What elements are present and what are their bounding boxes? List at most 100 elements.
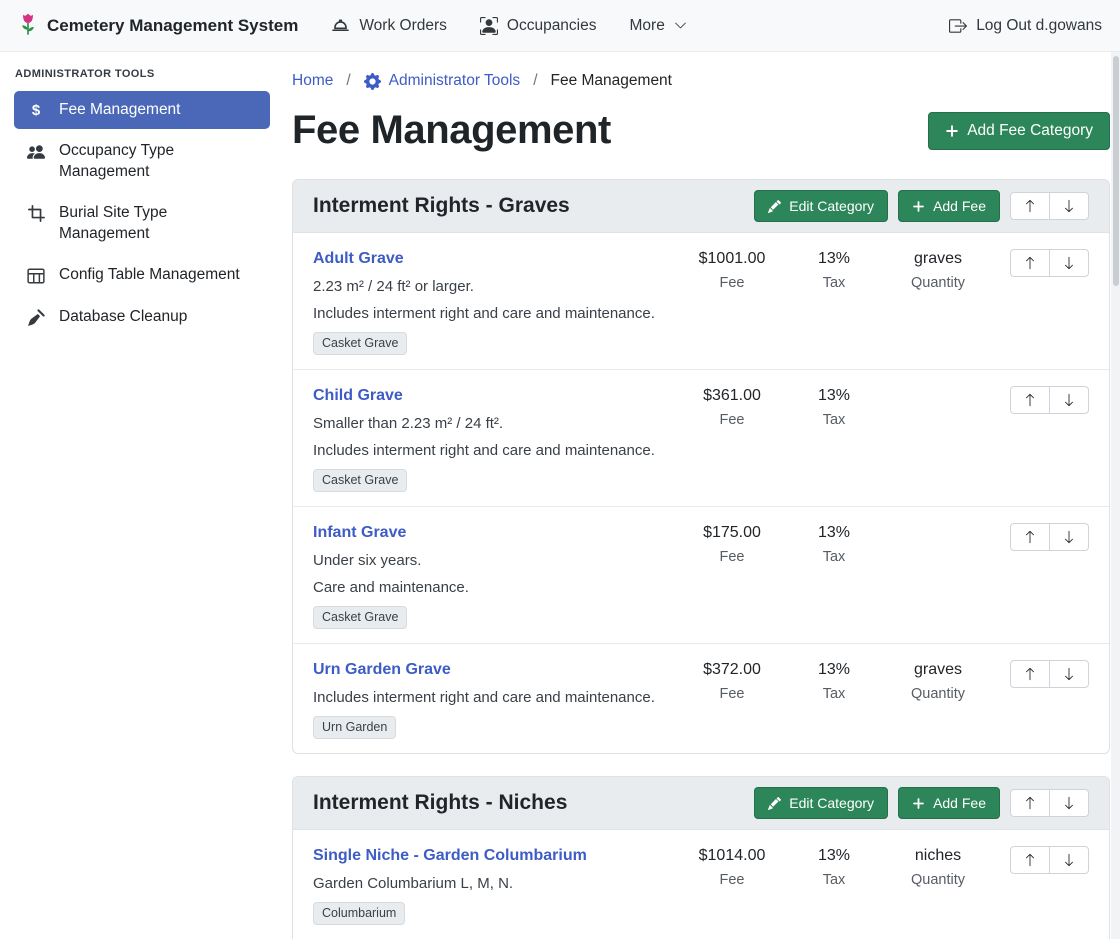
app-brand[interactable]: Cemetery Management System bbox=[18, 12, 298, 39]
table-icon bbox=[26, 267, 46, 285]
fee-amount: $175.00 bbox=[676, 523, 788, 543]
fee-name-link[interactable]: Infant Grave bbox=[313, 523, 406, 543]
chevron-down-icon bbox=[674, 19, 687, 32]
arrow-down-icon bbox=[1062, 796, 1076, 810]
sidebar-item-label: Fee Management bbox=[59, 100, 181, 120]
sidebar-item-occupancy-type-management[interactable]: Occupancy Type Management bbox=[14, 132, 270, 191]
arrow-down-icon bbox=[1062, 667, 1076, 681]
fee-quantity-label: Quantity bbox=[880, 275, 996, 291]
add-fee-button[interactable]: Add Fee bbox=[898, 787, 1000, 819]
move-fee-down-button[interactable] bbox=[1049, 523, 1089, 551]
fee-tax: 13% bbox=[788, 523, 880, 543]
scrollbar-thumb[interactable] bbox=[1113, 56, 1119, 286]
move-fee-down-button[interactable] bbox=[1049, 249, 1089, 277]
nav-more[interactable]: More bbox=[630, 17, 687, 35]
sidebar-item-config-table-management[interactable]: Config Table Management bbox=[14, 256, 270, 294]
fee-name-link[interactable]: Adult Grave bbox=[313, 249, 404, 269]
fee-description: Includes interment right and care and ma… bbox=[313, 304, 666, 323]
fee-description: Includes interment right and care and ma… bbox=[313, 441, 666, 460]
fee-quantity-label: Quantity bbox=[880, 872, 996, 888]
breadcrumb-separator: / bbox=[346, 72, 350, 90]
nav-occupancies[interactable]: Occupancies bbox=[480, 17, 597, 35]
sidebar-heading: ADMINISTRATOR TOOLS bbox=[14, 64, 270, 91]
crop-icon bbox=[26, 205, 46, 222]
fee-tax: 13% bbox=[788, 249, 880, 269]
admin-sidebar: ADMINISTRATOR TOOLS $ Fee Management Occ… bbox=[0, 52, 282, 939]
fee-tax: 13% bbox=[788, 660, 880, 680]
fee-info: Single Niche - Garden Columbarium Garden… bbox=[313, 846, 676, 925]
vertical-scrollbar[interactable] bbox=[1111, 52, 1120, 939]
breadcrumb-home-link[interactable]: Home bbox=[292, 72, 333, 90]
fee-amount: $361.00 bbox=[676, 386, 788, 406]
nav-work-orders[interactable]: Work Orders bbox=[331, 16, 447, 35]
nav-work-orders-label: Work Orders bbox=[359, 17, 447, 35]
move-fee-up-button[interactable] bbox=[1010, 249, 1050, 277]
fee-amount-column: $1001.00 Fee bbox=[676, 249, 788, 291]
fee-row: Child Grave Smaller than 2.23 m² / 24 ft… bbox=[293, 370, 1109, 507]
pencil-icon bbox=[768, 797, 781, 810]
add-fee-button[interactable]: Add Fee bbox=[898, 190, 1000, 222]
fee-info: Adult Grave 2.23 m² / 24 ft² or larger. … bbox=[313, 249, 676, 355]
plus-icon bbox=[945, 124, 959, 138]
edit-category-button[interactable]: Edit Category bbox=[754, 787, 888, 819]
fee-tax-label: Tax bbox=[788, 549, 880, 565]
fee-reorder-buttons bbox=[1010, 660, 1089, 688]
primary-nav: Work Orders Occupancies More bbox=[298, 16, 687, 35]
tulip-logo-icon bbox=[18, 12, 38, 39]
move-fee-up-button[interactable] bbox=[1010, 846, 1050, 874]
move-category-up-button[interactable] bbox=[1010, 192, 1050, 220]
move-fee-down-button[interactable] bbox=[1049, 660, 1089, 688]
fee-name-link[interactable]: Single Niche - Garden Columbarium bbox=[313, 846, 587, 866]
fee-name-link[interactable]: Child Grave bbox=[313, 386, 403, 406]
move-fee-up-button[interactable] bbox=[1010, 386, 1050, 414]
fee-tax-label: Tax bbox=[788, 275, 880, 291]
fee-quantity: graves bbox=[880, 660, 996, 680]
fee-info: Urn Garden Grave Includes interment righ… bbox=[313, 660, 676, 739]
fee-amount-label: Fee bbox=[676, 549, 788, 565]
sidebar-item-label: Config Table Management bbox=[59, 265, 240, 285]
move-fee-down-button[interactable] bbox=[1049, 846, 1089, 874]
fee-type-badge: Casket Grave bbox=[313, 332, 407, 355]
sidebar-item-fee-management[interactable]: $ Fee Management bbox=[14, 91, 270, 129]
breadcrumb-admin-tools-link[interactable]: Administrator Tools bbox=[364, 72, 521, 90]
fee-reorder-buttons bbox=[1010, 249, 1089, 277]
fee-quantity: graves bbox=[880, 249, 996, 269]
category-reorder-buttons bbox=[1010, 789, 1089, 817]
add-fee-category-label: Add Fee Category bbox=[967, 122, 1093, 140]
page-title: Fee Management bbox=[292, 108, 611, 153]
move-fee-up-button[interactable] bbox=[1010, 523, 1050, 551]
add-fee-label: Add Fee bbox=[933, 198, 986, 214]
fee-info: Infant Grave Under six years. Care and m… bbox=[313, 523, 676, 629]
fee-name-link[interactable]: Urn Garden Grave bbox=[313, 660, 451, 680]
arrow-down-icon bbox=[1062, 393, 1076, 407]
fee-amount-label: Fee bbox=[676, 275, 788, 291]
fee-tax-column: 13% Tax bbox=[788, 386, 880, 428]
add-fee-category-button[interactable]: Add Fee Category bbox=[928, 112, 1110, 150]
arrow-down-icon bbox=[1062, 256, 1076, 270]
move-category-down-button[interactable] bbox=[1049, 789, 1089, 817]
move-fee-down-button[interactable] bbox=[1049, 386, 1089, 414]
breadcrumb: Home / Administrator Tools / Fee Managem… bbox=[292, 72, 1110, 90]
fee-row: Adult Grave 2.23 m² / 24 ft² or larger. … bbox=[293, 233, 1109, 370]
sidebar-item-database-cleanup[interactable]: Database Cleanup bbox=[14, 298, 270, 336]
breadcrumb-admin-tools-label: Administrator Tools bbox=[389, 72, 521, 90]
category-header: Interment Rights - Niches Edit Category … bbox=[293, 777, 1109, 830]
broom-icon bbox=[26, 309, 46, 327]
move-category-down-button[interactable] bbox=[1049, 192, 1089, 220]
move-category-up-button[interactable] bbox=[1010, 789, 1050, 817]
edit-category-button[interactable]: Edit Category bbox=[754, 190, 888, 222]
person-bounding-box-icon bbox=[480, 17, 498, 35]
sidebar-item-label: Burial Site Type Management bbox=[59, 203, 258, 244]
fee-tax-label: Tax bbox=[788, 872, 880, 888]
fee-amount: $1001.00 bbox=[676, 249, 788, 269]
arrow-up-icon bbox=[1023, 256, 1037, 270]
move-fee-up-button[interactable] bbox=[1010, 660, 1050, 688]
fee-category-card-niches: Interment Rights - Niches Edit Category … bbox=[292, 776, 1110, 939]
logout-button[interactable]: Log Out d.gowans bbox=[949, 17, 1102, 35]
fee-description: Under six years. bbox=[313, 551, 666, 570]
fee-tax-column: 13% Tax bbox=[788, 846, 880, 888]
app-title: Cemetery Management System bbox=[47, 16, 298, 36]
sidebar-item-burial-site-type-management[interactable]: Burial Site Type Management bbox=[14, 194, 270, 253]
fee-description: Includes interment right and care and ma… bbox=[313, 688, 666, 707]
fee-tax-column: 13% Tax bbox=[788, 523, 880, 565]
